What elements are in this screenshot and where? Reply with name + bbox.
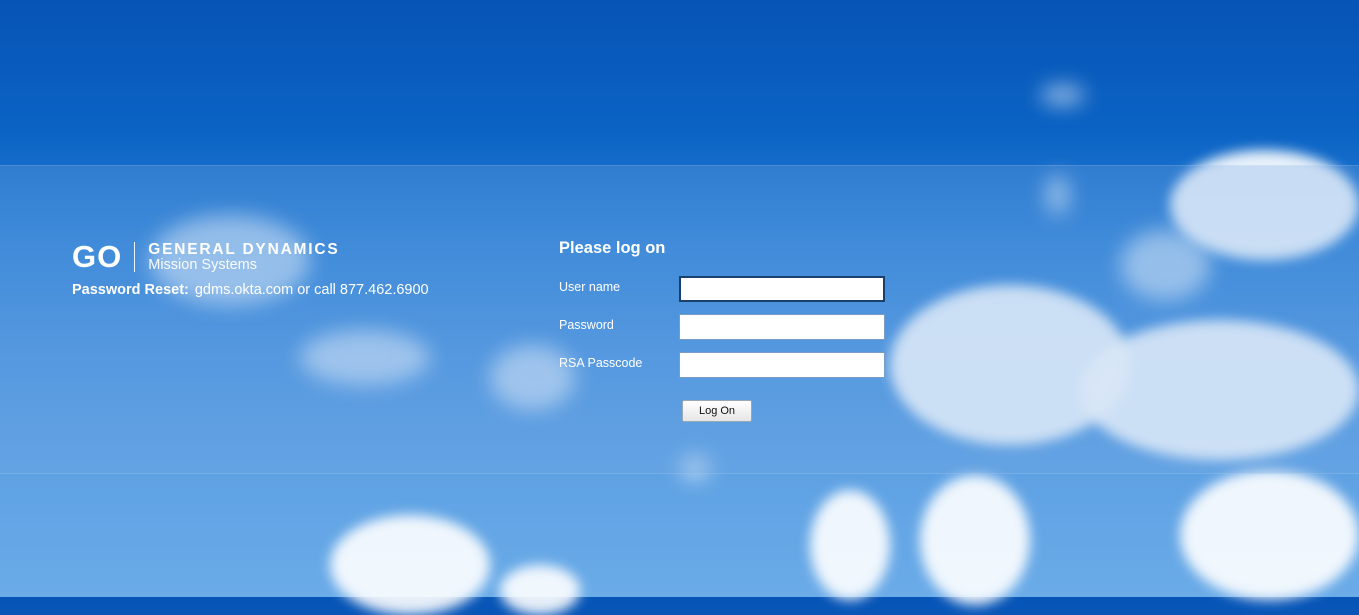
password-row: Password xyxy=(559,314,889,342)
logo-divider xyxy=(134,242,136,272)
division-name: Mission Systems xyxy=(148,257,258,273)
company-name: GENERAL DYNAMICS xyxy=(148,241,340,258)
password-reset-info: Password Reset: gdms.okta.com or call 877… xyxy=(72,282,429,298)
username-row: User name xyxy=(559,276,889,304)
cloud xyxy=(500,565,580,615)
branding: GO GENERAL DYNAMICS Mission Systems Pass… xyxy=(72,240,429,299)
cloud xyxy=(920,475,1030,605)
password-input[interactable] xyxy=(679,314,885,340)
company-logo: GO GENERAL DYNAMICS Mission Systems xyxy=(72,240,429,274)
username-label: User name xyxy=(559,280,621,294)
logo-mark: GO xyxy=(72,239,123,274)
log-on-button[interactable]: Log On xyxy=(682,400,752,422)
login-form: Please log on User name Password RSA Pas… xyxy=(559,238,885,422)
cloud xyxy=(1180,470,1359,600)
rsa-passcode-label: RSA Passcode xyxy=(559,356,643,370)
rsa-passcode-row: RSA Passcode xyxy=(559,352,889,380)
logo-text: GENERAL DYNAMICS Mission Systems xyxy=(148,241,339,273)
cloud xyxy=(1040,85,1085,105)
password-reset-text: gdms.okta.com or call 877.462.6900 xyxy=(194,282,429,298)
password-label: Password xyxy=(559,318,614,332)
cloud xyxy=(330,515,490,615)
password-reset-label: Password Reset: xyxy=(72,282,189,298)
login-title: Please log on xyxy=(559,239,666,257)
rsa-passcode-input[interactable] xyxy=(679,352,885,378)
username-input[interactable] xyxy=(679,276,885,302)
cloud xyxy=(810,490,890,600)
